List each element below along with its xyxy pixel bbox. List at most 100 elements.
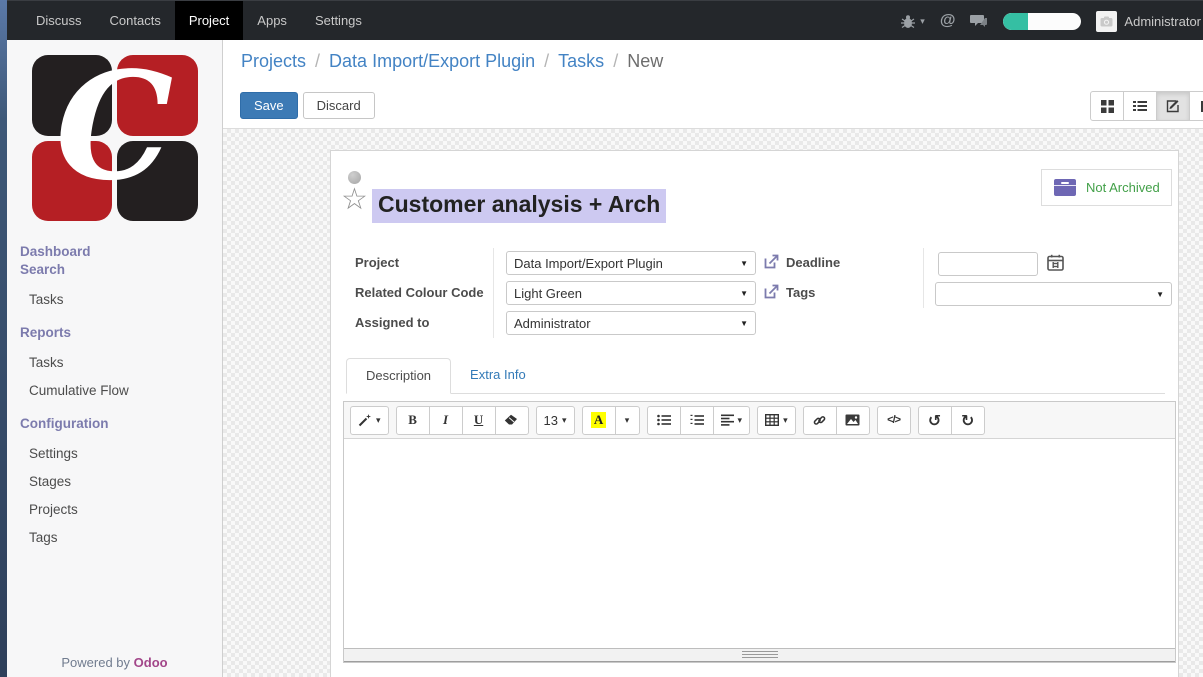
project-select-value: Data Import/Export Plugin — [514, 256, 663, 271]
mentions-icon[interactable]: @ — [940, 12, 956, 30]
editor-toolbar: ▾ B I U — [344, 402, 1175, 439]
select-caret-icon: ▼ — [740, 289, 748, 298]
style-dropdown-button[interactable]: ▾ — [350, 406, 389, 435]
paragraph-align-dropdown[interactable]: ▾ — [713, 406, 751, 435]
form-action-buttons: Save Discard — [240, 92, 375, 119]
project-select[interactable]: Data Import/Export Plugin ▼ — [506, 251, 756, 275]
table-dropdown[interactable]: ▾ — [757, 406, 796, 435]
notebook-tabs: Description Extra Info — [346, 358, 1165, 394]
form-sheet: ☆ Customer analysis + Arch Not Archived … — [330, 150, 1179, 677]
form-view-button[interactable] — [1156, 91, 1190, 121]
caret-down-icon: ▾ — [562, 415, 567, 426]
sidebar-item-search[interactable]: Search — [7, 261, 222, 279]
ordered-list-button[interactable] — [680, 406, 714, 435]
breadcrumb-project-name[interactable]: Data Import/Export Plugin — [306, 51, 535, 71]
sidebar-item-tags[interactable]: Tags — [7, 530, 222, 545]
kanban-view-button[interactable] — [1090, 91, 1124, 121]
sidebar: C Dashboard Search Tasks Reports Tasks C… — [7, 40, 223, 677]
sidebar-item-dashboard[interactable]: Dashboard — [7, 243, 222, 261]
sidebar-item-cumulative-flow[interactable]: Cumulative Flow — [7, 383, 222, 398]
assigned-to-select[interactable]: Administrator ▼ — [506, 311, 756, 335]
avatar — [1096, 11, 1117, 32]
sidebar-item-tasks[interactable]: Tasks — [7, 292, 222, 307]
font-size-value: 13 — [544, 413, 558, 428]
sidebar-heading-reports[interactable]: Reports — [7, 324, 222, 342]
nav-item-contacts[interactable]: Contacts — [96, 1, 175, 40]
window-edge-strip — [0, 0, 7, 677]
resize-handle-icon — [742, 651, 778, 659]
colour-code-external-link-icon[interactable] — [763, 283, 780, 300]
insert-image-button[interactable] — [836, 406, 870, 435]
company-logo[interactable]: C — [32, 55, 198, 221]
tab-extra-info[interactable]: Extra Info — [451, 358, 545, 393]
unordered-list-button[interactable] — [647, 406, 681, 435]
font-color-button[interactable]: A — [582, 406, 616, 435]
app-window: Discuss Contacts Project Apps Settings ▾… — [0, 0, 1203, 677]
nav-item-discuss[interactable]: Discuss — [22, 1, 96, 40]
tab-description[interactable]: Description — [346, 358, 451, 394]
remove-format-button[interactable] — [495, 406, 529, 435]
breadcrumb-projects[interactable]: Projects — [241, 51, 306, 71]
archive-status-button[interactable]: Not Archived — [1041, 169, 1172, 206]
redo-icon: ↻ — [961, 411, 974, 430]
font-color-letter: A — [591, 412, 606, 428]
table-icon — [765, 414, 779, 426]
nav-item-settings[interactable]: Settings — [301, 1, 376, 40]
nav-item-apps[interactable]: Apps — [243, 1, 301, 40]
discard-button[interactable]: Discard — [303, 92, 375, 119]
assigned-to-select-value: Administrator — [514, 316, 591, 331]
debug-menu[interactable]: ▾ — [900, 14, 925, 29]
archive-status-label: Not Archived — [1086, 180, 1160, 195]
tags-select[interactable]: ▼ — [935, 282, 1172, 306]
deadline-field-label: Deadline — [786, 255, 840, 270]
sidebar-item-reports-tasks[interactable]: Tasks — [7, 355, 222, 370]
insert-link-button[interactable] — [803, 406, 837, 435]
calendar-icon[interactable] — [1047, 254, 1064, 271]
deadline-input[interactable] — [938, 252, 1038, 276]
field-column-divider-right — [923, 248, 924, 308]
messages-icon[interactable] — [970, 14, 988, 29]
main-content-area: ☆ Customer analysis + Arch Not Archived … — [223, 129, 1203, 677]
list-icon — [1133, 100, 1147, 112]
eraser-icon — [504, 414, 519, 426]
favorite-star-icon[interactable]: ☆ — [341, 185, 368, 215]
select-caret-icon: ▼ — [740, 259, 748, 268]
colour-code-field-label: Related Colour Code — [355, 285, 484, 300]
list-ul-icon — [657, 414, 671, 426]
font-color-dropdown[interactable]: ▾ — [615, 406, 640, 435]
undo-button[interactable]: ↺ — [918, 406, 952, 435]
nav-item-project[interactable]: Project — [175, 1, 243, 40]
sidebar-heading-configuration[interactable]: Configuration — [7, 415, 222, 433]
colour-code-select[interactable]: Light Green ▼ — [506, 281, 756, 305]
editor-resize-bar[interactable] — [344, 648, 1175, 662]
editor-content[interactable] — [344, 439, 1175, 648]
image-icon — [845, 414, 860, 426]
progress-bar-fill — [1003, 13, 1028, 30]
italic-button[interactable]: I — [429, 406, 463, 435]
form-edit-icon — [1166, 99, 1180, 113]
save-button[interactable]: Save — [240, 92, 298, 119]
extra-view-button[interactable] — [1189, 91, 1203, 121]
select-caret-icon: ▼ — [740, 319, 748, 328]
camera-icon — [1100, 16, 1113, 27]
task-title-input[interactable]: Customer analysis + Arch — [372, 189, 666, 223]
list-view-button[interactable] — [1123, 91, 1157, 121]
colour-code-select-value: Light Green — [514, 286, 582, 301]
project-external-link-icon[interactable] — [763, 253, 780, 270]
sidebar-item-settings[interactable]: Settings — [7, 446, 222, 461]
font-size-dropdown[interactable]: 13 ▾ — [536, 406, 575, 435]
sidebar-item-stages[interactable]: Stages — [7, 474, 222, 489]
sidebar-item-projects[interactable]: Projects — [7, 502, 222, 517]
redo-button[interactable]: ↻ — [951, 406, 985, 435]
align-left-icon — [721, 414, 734, 426]
description-editor: ▾ B I U — [343, 401, 1176, 663]
select-caret-icon: ▼ — [1156, 290, 1164, 299]
bold-button[interactable]: B — [396, 406, 430, 435]
list-ol-icon — [690, 414, 704, 426]
code-view-button[interactable]: </> — [877, 406, 911, 435]
odoo-brand-link[interactable]: Odoo — [134, 655, 168, 670]
code-view-label: </> — [887, 414, 900, 426]
underline-button[interactable]: U — [462, 406, 496, 435]
breadcrumb-tasks[interactable]: Tasks — [535, 51, 604, 71]
user-menu[interactable]: Administrator — [1096, 11, 1201, 32]
